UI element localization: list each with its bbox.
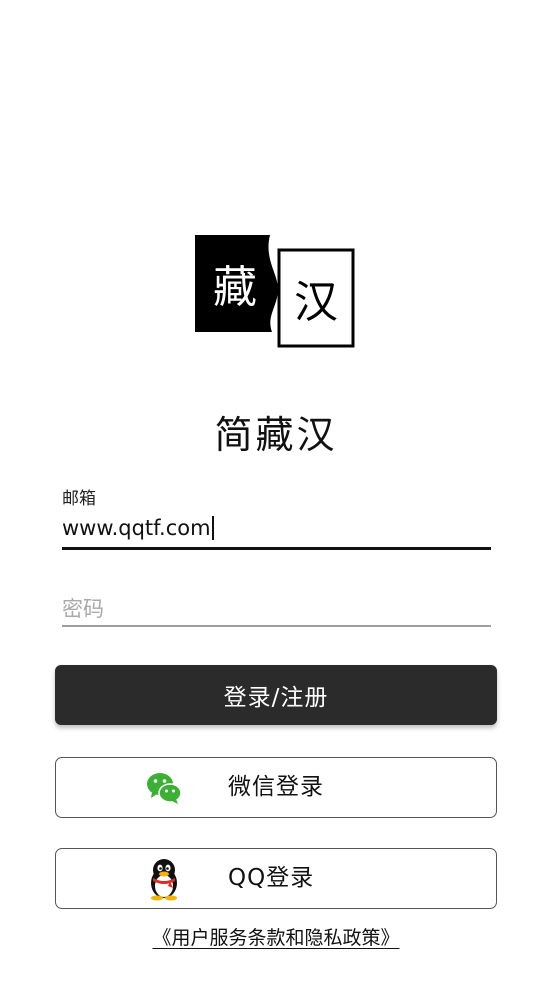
- qq-login-label: QQ登录: [228, 865, 315, 891]
- app-name: 简藏汉: [214, 413, 338, 457]
- wechat-login-label: 微信登录: [228, 774, 324, 800]
- logo-graphic: 藏 汉: [195, 235, 355, 348]
- login-button-label: 登录/注册: [223, 685, 329, 711]
- terms-privacy-link[interactable]: 《用户服务条款和隐私政策》: [152, 927, 399, 949]
- wechat-icon: [147, 773, 182, 804]
- password-underline: [62, 625, 491, 627]
- text-caret: [211, 516, 214, 540]
- email-field[interactable]: www.qqtf.com: [62, 516, 214, 540]
- logo-char-left: 藏: [213, 262, 257, 313]
- wechat-login-button[interactable]: 微信登录: [55, 757, 497, 818]
- email-value-text: www.qqtf.com: [62, 516, 211, 540]
- email-underline: [62, 547, 491, 550]
- qq-login-button[interactable]: QQ登录: [55, 848, 497, 909]
- password-field[interactable]: [62, 594, 491, 624]
- email-label: 邮箱: [62, 489, 96, 509]
- login-register-button[interactable]: 登录/注册: [55, 665, 497, 725]
- app-logo: 藏 汉: [194, 234, 356, 350]
- logo-char-right: 汉: [294, 277, 338, 328]
- policy-link-row: 《用户服务条款和隐私政策》: [0, 923, 552, 950]
- qq-penguin-icon: [151, 859, 177, 901]
